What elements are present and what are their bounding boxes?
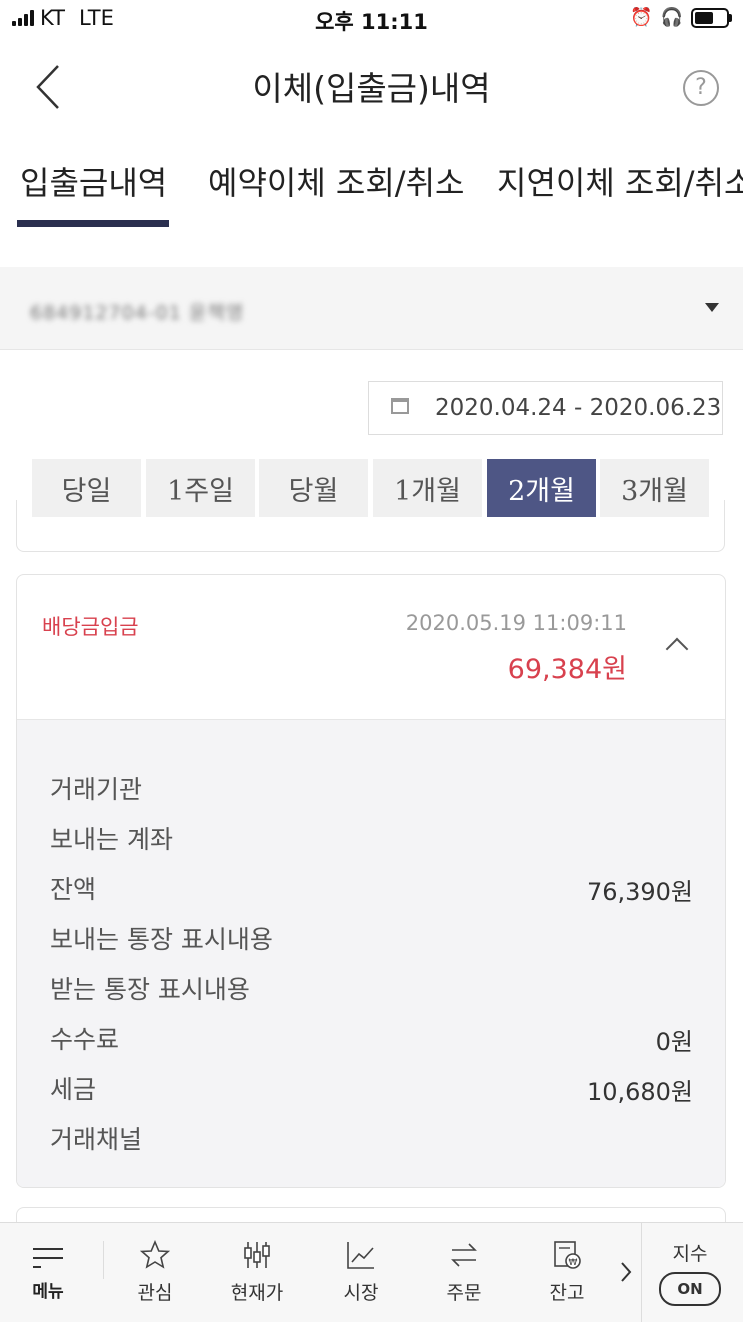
- headphones-icon: 🎧: [660, 7, 683, 28]
- balance-icon: ₩: [554, 1241, 581, 1269]
- nav-item-order[interactable]: 주문: [421, 1223, 507, 1322]
- chevron-up-icon[interactable]: [665, 637, 689, 661]
- account-selector[interactable]: 684912704-01 윤책영: [0, 267, 743, 350]
- nav-item-watchlist[interactable]: 관심: [112, 1223, 198, 1322]
- tab-scheduled-transfer[interactable]: 예약이체 조회/취소: [208, 158, 464, 204]
- period-this-month-button[interactable]: 당월: [259, 459, 368, 517]
- period-1week-button[interactable]: 1주일: [146, 459, 255, 517]
- hamburger-menu-icon: [33, 1248, 63, 1268]
- chevron-right-icon: [621, 1262, 632, 1282]
- period-1month-button[interactable]: 1개월: [373, 459, 482, 517]
- nav-item-market[interactable]: 시장: [318, 1223, 404, 1322]
- transaction-detail-panel: 거래기관 보내는 계좌 잔액 76,390원 보내는 통장 표시내용 받는 통장…: [17, 719, 725, 1187]
- period-2month-button[interactable]: 2개월: [487, 459, 596, 517]
- index-label: 지수: [672, 1243, 708, 1265]
- nav-item-balance[interactable]: ₩ 잔고: [524, 1223, 610, 1322]
- star-icon: [140, 1240, 170, 1269]
- order-swap-icon: [451, 1243, 477, 1267]
- transaction-amount: 69,384원: [507, 654, 627, 685]
- date-range-text: 2020.04.24 - 2020.06.23: [435, 395, 722, 421]
- nav-label-market: 시장: [343, 1282, 379, 1304]
- period-today-button[interactable]: 당일: [32, 459, 141, 517]
- index-toggle[interactable]: 지수 ON: [650, 1223, 730, 1322]
- market-chart-icon: [347, 1242, 374, 1269]
- index-on-toggle[interactable]: ON: [659, 1272, 721, 1306]
- nav-label-order: 주문: [446, 1282, 482, 1304]
- status-right: ⏰ 🎧: [630, 7, 732, 28]
- detail-label-balance: 잔액: [50, 875, 97, 904]
- detail-value-balance: 76,390원: [586, 878, 693, 906]
- account-number: 684912704-01 윤책영: [30, 302, 245, 324]
- nav-label-watchlist: 관심: [137, 1282, 173, 1304]
- nav-divider: [103, 1241, 104, 1279]
- menu-label: 메뉴: [32, 1282, 64, 1302]
- price-icon: [244, 1242, 270, 1268]
- tab-deposit-withdrawal[interactable]: 입출금내역: [20, 158, 167, 204]
- tab-delayed-transfer[interactable]: 지연이체 조회/취소: [497, 158, 743, 204]
- nav-more-button[interactable]: [618, 1257, 634, 1287]
- detail-label-sending-account: 보내는 계좌: [50, 825, 173, 854]
- svg-text:₩: ₩: [569, 1258, 578, 1268]
- transaction-card[interactable]: 배당금입금 2020.05.19 11:09:11 69,384원 거래기관 보…: [16, 574, 726, 1188]
- dropdown-arrow-icon: [705, 303, 719, 312]
- nav-item-price[interactable]: 현재가: [214, 1223, 300, 1322]
- detail-label-channel: 거래채널: [50, 1125, 143, 1154]
- period-3month-button[interactable]: 3개월: [600, 459, 709, 517]
- bottom-navigation: 메뉴 관심 현재가 시장 주문 ₩ 잔고 지수 ON: [0, 1222, 743, 1322]
- calendar-icon: [391, 398, 409, 414]
- page-title: 이체(입출금)내역: [252, 69, 491, 108]
- menu-button[interactable]: 메뉴: [14, 1223, 82, 1322]
- help-button[interactable]: ?: [683, 70, 719, 106]
- transaction-type: 배당금입금: [42, 615, 139, 639]
- detail-value-fee: 0원: [655, 1028, 693, 1056]
- transaction-datetime: 2020.05.19 11:09:11: [405, 611, 627, 635]
- alarm-icon: ⏰: [630, 7, 653, 28]
- active-tab-indicator: [17, 220, 169, 227]
- date-range-picker[interactable]: 2020.04.24 - 2020.06.23: [368, 381, 723, 435]
- nav-label-balance: 잔고: [549, 1282, 585, 1304]
- detail-label-fee: 수수료: [50, 1025, 120, 1054]
- detail-label-tax: 세금: [50, 1075, 97, 1104]
- nav-divider: [641, 1223, 642, 1322]
- detail-label-institution: 거래기관: [50, 775, 143, 804]
- detail-label-receiver-memo: 받는 통장 표시내용: [50, 975, 250, 1004]
- nav-label-price: 현재가: [230, 1282, 284, 1304]
- detail-value-tax: 10,680원: [586, 1078, 693, 1106]
- battery-icon: [691, 7, 732, 28]
- status-bar: KT LTE 오후 11:11 ⏰ 🎧: [0, 0, 743, 40]
- detail-label-sender-memo: 보내는 통장 표시내용: [50, 925, 273, 954]
